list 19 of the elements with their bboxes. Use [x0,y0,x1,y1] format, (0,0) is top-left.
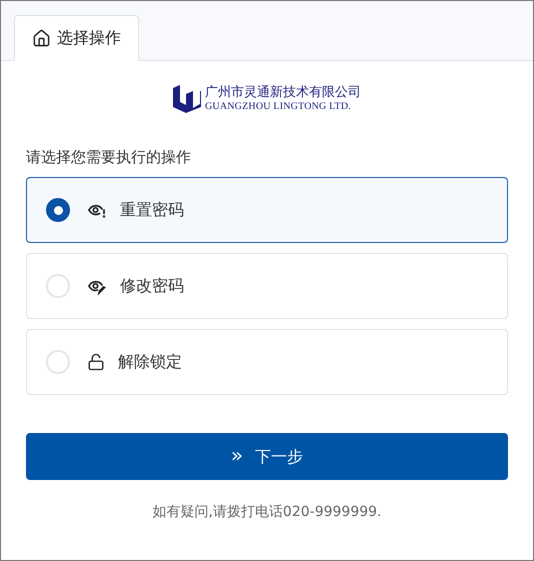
radio-button[interactable] [46,274,70,298]
help-text: 如有疑问,请拨打电话020-9999999. [151,503,383,522]
home-icon [32,28,51,48]
option-label: 解除锁定 [118,351,182,373]
option-card[interactable]: 解除锁定 [26,329,508,395]
prompt-text: 请选择您需要执行的操作 [26,150,192,165]
double-chevron-icon: » [230,445,244,465]
unlocked-padlock-icon [87,353,105,371]
company-logo-icon [173,85,201,113]
option-card[interactable]: 修改密码 [26,253,508,319]
radio-button[interactable] [46,198,70,222]
tab[interactable]: 选择操作 [14,15,139,61]
company-name-english: GUANGZHOU LINGTONG LTD. [205,102,352,112]
next-button[interactable]: » 下一步 [26,433,508,480]
option-label: 重置密码 [120,199,184,221]
company-name: 广州市灵通新技术有限公司 [205,86,361,99]
option-card[interactable]: 重置密码 [26,177,508,243]
radio-button[interactable] [46,350,70,374]
option-label: 修改密码 [120,275,184,297]
